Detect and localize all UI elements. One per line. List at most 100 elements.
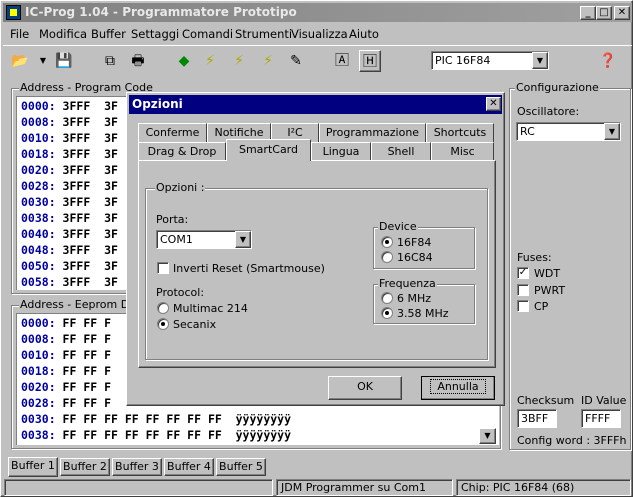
tab-buffer-1[interactable]: Buffer 1: [8, 457, 58, 477]
cancel-label: Annulla: [430, 379, 486, 394]
title-bar: IC-Prog 1.04 - Programmatore Prototipo: [3, 3, 632, 22]
hex-row[interactable]: 0010: FF FF F: [21, 348, 111, 362]
hex-row[interactable]: 0038: 3FFF 3F: [21, 211, 118, 225]
hex-row[interactable]: 0008: 3FFF 3F: [21, 115, 118, 129]
maximize-button[interactable]: □: [596, 6, 612, 20]
chip-select-value: PIC 16F84: [435, 54, 491, 67]
protocol-secanix-radio[interactable]: [157, 318, 169, 330]
tab-buffer-2[interactable]: Buffer 2: [60, 458, 110, 476]
hex-row-values: FF FF FF FF FF FF FF FF ÿÿÿÿÿÿÿÿ: [55, 428, 292, 442]
menu-modifica[interactable]: Modifica: [39, 27, 87, 41]
hex-row-address: 0010:: [21, 131, 56, 145]
hex-row[interactable]: 0028: 3FFF 3F: [21, 179, 118, 193]
hex-row[interactable]: 0018: FF FF F: [21, 364, 111, 378]
freq-358mhz-radio[interactable]: [381, 307, 393, 319]
id-value-field[interactable]: FFFF: [581, 409, 621, 428]
menu-buffer[interactable]: Buffer: [91, 27, 126, 41]
hex-row[interactable]: 0038: FF FF FF FF FF FF FF FF ÿÿÿÿÿÿÿÿ: [21, 428, 291, 442]
cancel-button[interactable]: Annulla: [421, 376, 495, 400]
fuse-pwrt-label: PWRT: [534, 284, 566, 297]
hex-row[interactable]: 0028: FF FF F: [21, 396, 111, 410]
verify-chip-icon[interactable]: ⚡: [257, 50, 279, 72]
hex-row-values: FF FF F: [55, 332, 112, 346]
program-chip-icon[interactable]: ⚡: [199, 50, 221, 72]
hex-row[interactable]: 0020: 3FFF 3F: [21, 163, 118, 177]
tab-shell[interactable]: Shell: [371, 142, 431, 161]
hex-row[interactable]: 0008: FF FF F: [21, 332, 111, 346]
hex-row[interactable]: 0018: 3FFF 3F: [21, 147, 118, 161]
tab-buffer-4[interactable]: Buffer 4: [164, 458, 214, 476]
hex-row-address: 0050:: [21, 259, 56, 273]
id-value-label: ID Value: [581, 394, 627, 407]
menu-visualizza[interactable]: Visualizza: [291, 27, 348, 41]
hex-row[interactable]: 0020: FF FF F: [21, 380, 111, 394]
dialog-close-icon[interactable]: ✕: [486, 97, 501, 111]
help-icon[interactable]: ❓: [597, 50, 619, 72]
chip-select[interactable]: PIC 16F84 ▼: [431, 51, 549, 70]
hex-row[interactable]: 0048: 3FFF 3F: [21, 243, 118, 257]
hex-row-address: 0020:: [21, 163, 56, 177]
hex-row-values: 3FFF 3F: [55, 99, 118, 113]
hex-row[interactable]: 0050: 3FFF 3F: [21, 259, 118, 273]
read-chip-icon[interactable]: ◆: [173, 50, 195, 72]
status-empty: [4, 479, 273, 496]
hex-row[interactable]: 0058: 3FFF 3F: [21, 275, 118, 289]
erase-chip-icon[interactable]: ⚡: [228, 50, 250, 72]
ok-button[interactable]: OK: [328, 376, 402, 400]
hex-row[interactable]: 0030: FF FF FF FF FF FF FF FF ÿÿÿÿÿÿÿÿ: [21, 412, 291, 426]
tab-misc[interactable]: Misc: [431, 142, 494, 161]
hex-row[interactable]: 0000: 3FFF 3F: [21, 99, 118, 113]
config-title: Configurazione: [515, 81, 600, 94]
tab-programmazione[interactable]: Programmazione: [319, 123, 426, 142]
hex-row[interactable]: 0010: 3FFF 3F: [21, 131, 118, 145]
tab-lingua[interactable]: Lingua: [311, 142, 371, 161]
hex-row-values: FF FF F: [55, 364, 112, 378]
close-button[interactable]: ✕: [614, 6, 630, 20]
hex-row-values: 3FFF 3F: [55, 147, 118, 161]
chevron-down-icon[interactable]: ▼: [604, 123, 620, 140]
chevron-down-icon[interactable]: ▼: [235, 231, 251, 248]
hex-row-values: 3FFF 3F: [55, 275, 118, 289]
menu-comandi[interactable]: Comandi: [182, 27, 233, 41]
hex-row-values: 3FFF 3F: [55, 179, 118, 193]
chevron-down-icon[interactable]: ▼: [532, 52, 548, 69]
oscillator-select[interactable]: RC ▼: [516, 122, 621, 141]
tab-conferme[interactable]: Conferme: [138, 123, 207, 142]
freq-6mhz-radio[interactable]: [381, 292, 393, 304]
tab-smartcard[interactable]: SmartCard: [226, 139, 311, 161]
porta-select[interactable]: COM1 ▼: [156, 230, 252, 249]
device-16f84-radio[interactable]: [381, 236, 393, 248]
dropdown-arrow-icon[interactable]: ▼: [32, 50, 54, 72]
view-assembler-icon[interactable]: 🄰: [331, 50, 353, 72]
buffer-compare-icon[interactable]: ⧉: [99, 50, 121, 72]
device-16c84-radio[interactable]: [381, 251, 393, 263]
fuse-pwrt-checkbox[interactable]: [517, 284, 529, 296]
blank-check-icon[interactable]: ✎: [285, 50, 307, 72]
id-value-text: FFFF: [585, 412, 611, 425]
save-icon[interactable]: 💾: [53, 50, 75, 72]
menu-settaggi[interactable]: Settaggi: [131, 27, 179, 41]
tab-buffer-5[interactable]: Buffer 5: [216, 458, 266, 476]
minimize-button[interactable]: _: [580, 6, 596, 20]
tab-buffer-3[interactable]: Buffer 3: [112, 458, 162, 476]
fuse-cp-label: CP: [534, 300, 549, 313]
hex-row-values: 3FFF 3F: [55, 115, 118, 129]
menu-strumenti[interactable]: Strumenti: [235, 27, 292, 41]
fuse-wdt-checkbox[interactable]: ✓: [517, 267, 529, 279]
open-folder-icon[interactable]: 📂: [9, 50, 31, 72]
menu-aiuto[interactable]: Aiuto: [349, 27, 379, 41]
invert-reset-checkbox[interactable]: [157, 262, 169, 274]
checksum-value: 3BFF: [521, 412, 549, 425]
fuse-cp-checkbox[interactable]: [517, 300, 529, 312]
menu-file[interactable]: File: [10, 27, 29, 41]
hex-row[interactable]: 0000: FF FF F: [21, 316, 111, 330]
settings-icon[interactable]: 🖶: [127, 50, 149, 72]
view-hex-icon[interactable]: 🄷: [359, 50, 381, 72]
scroll-down-arrow-icon[interactable]: ▼: [479, 428, 496, 444]
hex-row[interactable]: 0030: 3FFF 3F: [21, 195, 118, 209]
hex-row[interactable]: 0040: 3FFF 3F: [21, 227, 118, 241]
protocol-multimac-radio[interactable]: [157, 302, 169, 314]
oscillator-value: RC: [520, 125, 535, 138]
tab-drag-drop[interactable]: Drag & Drop: [138, 142, 226, 161]
tab-shortcuts[interactable]: Shortcuts: [426, 123, 494, 142]
